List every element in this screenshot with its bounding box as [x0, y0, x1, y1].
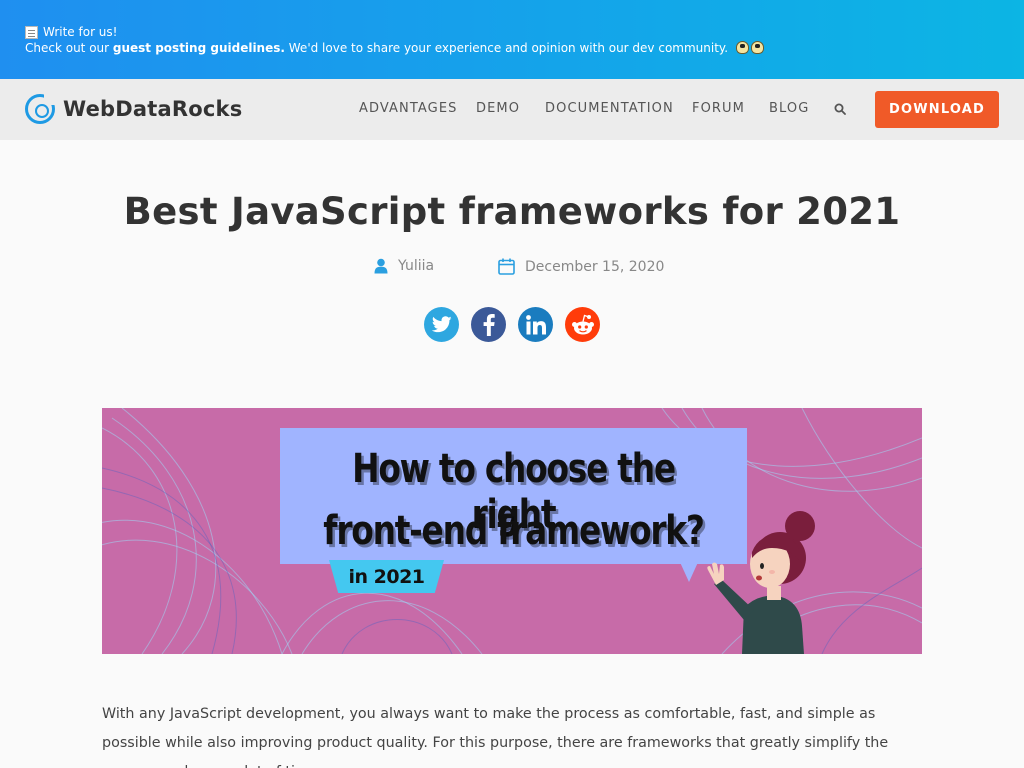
logo[interactable]: WebDataRocks: [25, 94, 242, 124]
logo-text: WebDataRocks: [63, 97, 243, 121]
share-linkedin-button[interactable]: [518, 307, 553, 342]
share-reddit-button[interactable]: [565, 307, 600, 342]
nav-advantages[interactable]: ADVANTAGES: [359, 101, 458, 116]
facebook-icon: [483, 313, 495, 336]
search-icon[interactable]: [834, 103, 846, 115]
twitter-icon: [431, 316, 452, 333]
hero-image: How to choose the right front-end framew…: [102, 408, 922, 654]
article-intro-paragraph: With any JavaScript development, you alw…: [102, 706, 889, 768]
share-twitter-button[interactable]: [424, 307, 459, 342]
article-date: December 15, 2020: [498, 258, 664, 275]
promo-line-2: Check out our guest posting guidelines. …: [25, 40, 999, 56]
promo-banner: Write for us! Check out our guest postin…: [0, 0, 1024, 79]
promo-write-for-us[interactable]: Write for us!: [43, 24, 117, 40]
nav-blog[interactable]: BLOG: [769, 101, 809, 116]
woman-illustration: [707, 511, 815, 654]
share-facebook-button[interactable]: [471, 307, 506, 342]
guest-posting-link[interactable]: guest posting guidelines.: [113, 41, 285, 55]
promo-text-prefix: Check out our: [25, 41, 113, 55]
date-text: December 15, 2020: [525, 258, 665, 275]
nav-forum[interactable]: FORUM: [692, 101, 745, 116]
navbar: WebDataRocks ADVANTAGES DEMO DOCUMENTATI…: [0, 79, 1024, 140]
reddit-icon: [571, 314, 594, 334]
article-author: Yuliia: [374, 258, 434, 274]
calendar-icon: [498, 258, 515, 275]
penguin-icons: [735, 41, 764, 54]
author-name[interactable]: Yuliia: [398, 258, 434, 274]
hero-year-tag: in 2021: [329, 560, 444, 593]
linkedin-icon: [525, 314, 546, 334]
nav-documentation[interactable]: DOCUMENTATION: [545, 101, 674, 116]
penguin-icon: [750, 41, 764, 54]
logo-icon: [25, 94, 55, 124]
nav-demo[interactable]: DEMO: [476, 101, 520, 116]
memo-icon: [25, 25, 38, 39]
penguin-icon: [735, 41, 749, 54]
article-title: Best JavaScript frameworks for 2021: [123, 190, 901, 233]
user-icon: [374, 258, 388, 274]
promo-line-1: Write for us!: [25, 24, 999, 40]
download-button[interactable]: DOWNLOAD: [875, 91, 999, 128]
promo-text-suffix: We'd love to share your experience and o…: [284, 41, 729, 55]
